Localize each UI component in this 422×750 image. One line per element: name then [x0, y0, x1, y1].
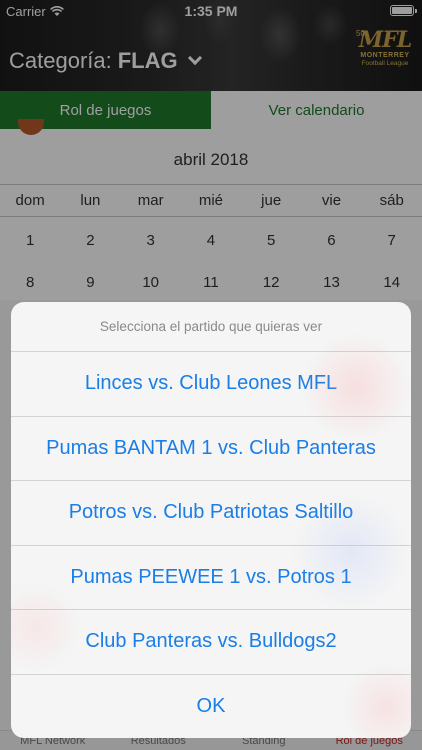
match-option-button[interactable]: Pumas BANTAM 1 vs. Club Panteras: [11, 417, 411, 481]
ok-button[interactable]: OK: [11, 675, 411, 739]
match-option-button[interactable]: Pumas PEEWEE 1 vs. Potros 1: [11, 546, 411, 610]
match-action-sheet: Selecciona el partido que quieras ver Li…: [11, 302, 411, 738]
match-option-button[interactable]: Club Panteras vs. Bulldogs2: [11, 610, 411, 675]
match-option-button[interactable]: Linces vs. Club Leones MFL: [11, 352, 411, 417]
match-option-button[interactable]: Potros vs. Club Patriotas Saltillo: [11, 481, 411, 546]
action-sheet-prompt: Selecciona el partido que quieras ver: [11, 302, 411, 352]
